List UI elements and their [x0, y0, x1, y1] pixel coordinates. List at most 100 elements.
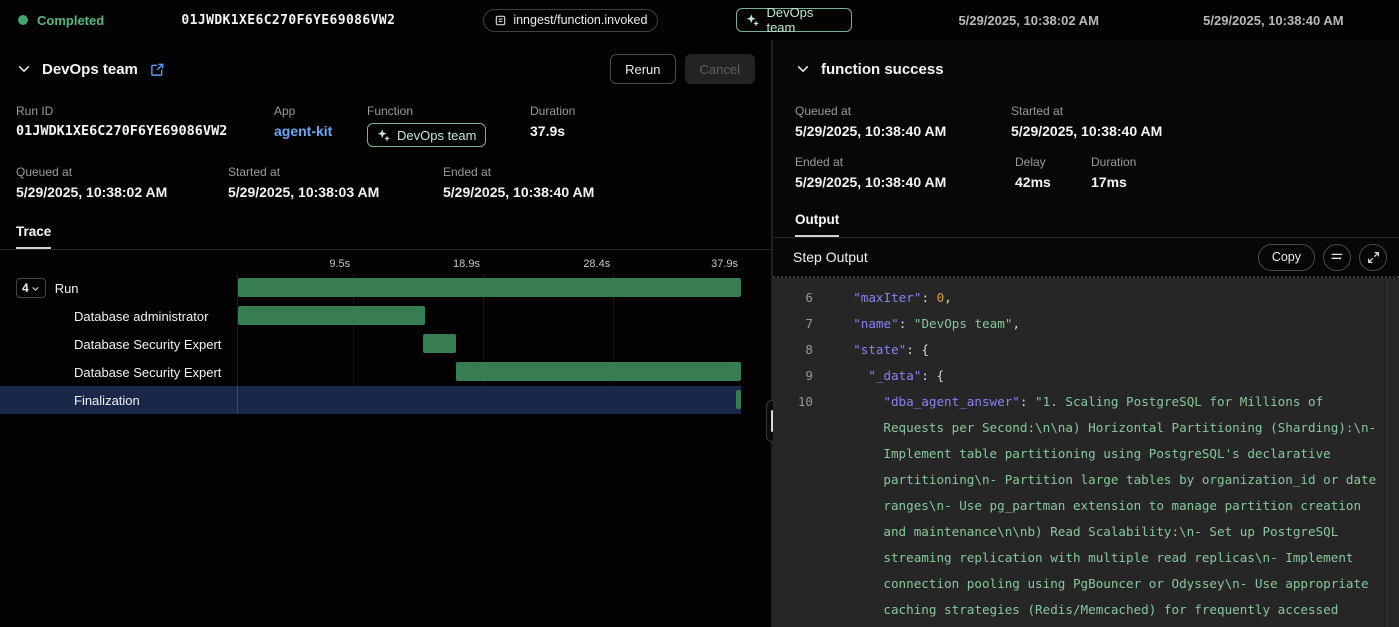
span-name: Finalization — [16, 393, 140, 408]
function-badge-label: DevOps team — [766, 5, 841, 35]
code-text: "dba_agent_answer": "1. Scaling PostgreS… — [823, 389, 1381, 627]
code-text: "_data": { — [823, 363, 1381, 389]
duration-bar[interactable] — [238, 306, 425, 325]
run-title: DevOps team — [42, 61, 138, 78]
cancel-button[interactable]: Cancel — [685, 54, 755, 84]
function-badge[interactable]: DevOps team — [367, 123, 486, 147]
queued-at-value: 5/29/2025, 10:38:02 AM — [16, 184, 228, 200]
duration-bar[interactable] — [736, 390, 741, 409]
run-id-label: Run ID — [16, 104, 274, 118]
function-badge-topbar[interactable]: DevOps team — [736, 8, 851, 32]
status-label: Completed — [37, 13, 104, 28]
code-line: 8 "state": { — [773, 337, 1399, 363]
line-number: 6 — [773, 285, 813, 311]
step-details-panel: function success Queued at 5/29/2025, 10… — [773, 40, 1399, 627]
sparkle-icon — [746, 13, 760, 27]
topbar-queued-time: 5/29/2025, 10:38:02 AM — [920, 13, 1138, 28]
ended-at-value: 5/29/2025, 10:38:40 AM — [795, 174, 1015, 190]
span-name: Database Security Expert — [16, 337, 221, 352]
rerun-button[interactable]: Rerun — [610, 54, 675, 84]
code-line: 7 "name": "DevOps team", — [773, 311, 1399, 337]
span-name: Database Security Expert — [16, 365, 221, 380]
event-icon — [494, 14, 507, 27]
trace-span-row[interactable]: Finalization — [0, 386, 741, 414]
trace-span-row[interactable]: Database administrator — [0, 302, 741, 330]
span-bar-cell — [238, 386, 741, 414]
topbar-run-id: 01JWDK1XE6C270F6YE69086VW2 — [181, 13, 395, 28]
span-label-cell: Database Security Expert — [0, 330, 238, 358]
collapse-chevron-icon[interactable] — [16, 61, 32, 77]
queued-at-value: 5/29/2025, 10:38:40 AM — [795, 123, 1011, 139]
function-badge-label: DevOps team — [397, 128, 476, 143]
span-label-cell: Database administrator — [0, 302, 238, 330]
axis-tick-label: 37.9s — [711, 258, 741, 270]
code-line: 6 "maxIter": 0, — [773, 285, 1399, 311]
axis-tick-label: 18.9s — [453, 258, 483, 270]
timeline-axis: 9.5s 18.9s 28.4s 37.9s — [0, 256, 741, 274]
run-id-value: 01JWDK1XE6C270F6YE69086VW2 — [16, 123, 274, 139]
duration-bar[interactable] — [423, 334, 456, 353]
span-label-cell: 4 Run — [0, 274, 238, 302]
span-label-cell: Database Security Expert — [0, 358, 238, 386]
delay-label: Delay — [1015, 155, 1091, 169]
axis-tick-label: 9.5s — [329, 258, 353, 270]
step-output-title: Step Output — [793, 249, 868, 265]
line-number: 7 — [773, 311, 813, 337]
duration-label: Duration — [530, 104, 755, 118]
tab-trace[interactable]: Trace — [16, 218, 51, 249]
topbar-ended-time: 5/29/2025, 10:38:40 AM — [1166, 13, 1381, 28]
code-text: "state": { — [823, 337, 1381, 363]
duration-bar[interactable] — [456, 362, 741, 381]
run-status: Completed — [18, 13, 163, 28]
ended-at-value: 5/29/2025, 10:38:40 AM — [443, 184, 755, 200]
code-line: 10"dba_agent_answer": "1. Scaling Postgr… — [773, 389, 1399, 627]
app-link[interactable]: agent-kit — [274, 123, 367, 139]
expand-button[interactable] — [1359, 244, 1387, 271]
ended-at-label: Ended at — [443, 165, 755, 179]
span-bar-cell — [238, 358, 741, 386]
delay-value: 42ms — [1015, 174, 1091, 190]
started-at-value: 5/29/2025, 10:38:03 AM — [228, 184, 443, 200]
queued-at-label: Queued at — [795, 104, 1011, 118]
external-link-icon[interactable] — [150, 62, 165, 77]
ended-at-label: Ended at — [795, 155, 1015, 169]
step-output-code[interactable]: 6 "maxIter": 0, 7 "name": "DevOps team", 8 "s… — [773, 278, 1399, 627]
app-label: App — [274, 104, 367, 118]
tab-output[interactable]: Output — [795, 206, 839, 237]
span-bar-cell — [238, 330, 741, 358]
topbar: Completed 01JWDK1XE6C270F6YE69086VW2 inn… — [0, 0, 1399, 40]
trace-span-row[interactable]: 4 Run — [0, 274, 741, 302]
code-text: "maxIter": 0, — [823, 285, 1381, 311]
sparkle-icon — [377, 128, 391, 142]
duration-value: 37.9s — [530, 123, 755, 139]
copy-button[interactable]: Copy — [1258, 244, 1315, 271]
line-number: 10 — [773, 389, 813, 627]
event-badge[interactable]: inngest/function.invoked — [483, 9, 658, 32]
code-line: 9 "_data": { — [773, 363, 1399, 389]
word-wrap-button[interactable] — [1323, 244, 1351, 271]
event-badge-label: inngest/function.invoked — [513, 13, 647, 27]
started-at-label: Started at — [1011, 104, 1383, 118]
code-scrollbar[interactable] — [1387, 278, 1388, 627]
step-title: function success — [821, 61, 944, 78]
span-bar-cell — [238, 302, 741, 330]
started-at-value: 5/29/2025, 10:38:40 AM — [1011, 123, 1383, 139]
line-number: 9 — [773, 363, 813, 389]
line-number: 8 — [773, 337, 813, 363]
duration-bar[interactable] — [238, 278, 741, 297]
span-bar-cell — [238, 274, 741, 302]
duration-label: Duration — [1091, 155, 1383, 169]
expand-count-button[interactable]: 4 — [16, 278, 46, 298]
run-details-panel: DevOps team Rerun Cancel Run ID 01JWDK1X… — [0, 40, 771, 627]
trace-span-row[interactable]: Database Security Expert — [0, 330, 741, 358]
status-dot-icon — [18, 15, 28, 25]
queued-at-label: Queued at — [16, 165, 228, 179]
span-label-cell: Finalization — [0, 386, 238, 414]
trace-timeline: 9.5s 18.9s 28.4s 37.9s 4 Run Database admini… — [0, 256, 741, 414]
code-text: "name": "DevOps team", — [823, 311, 1381, 337]
axis-tick-label: 28.4s — [583, 258, 613, 270]
collapse-chevron-icon[interactable] — [795, 61, 811, 77]
span-name: Run — [55, 281, 79, 296]
span-name: Database administrator — [16, 309, 208, 324]
trace-span-row[interactable]: Database Security Expert — [0, 358, 741, 386]
